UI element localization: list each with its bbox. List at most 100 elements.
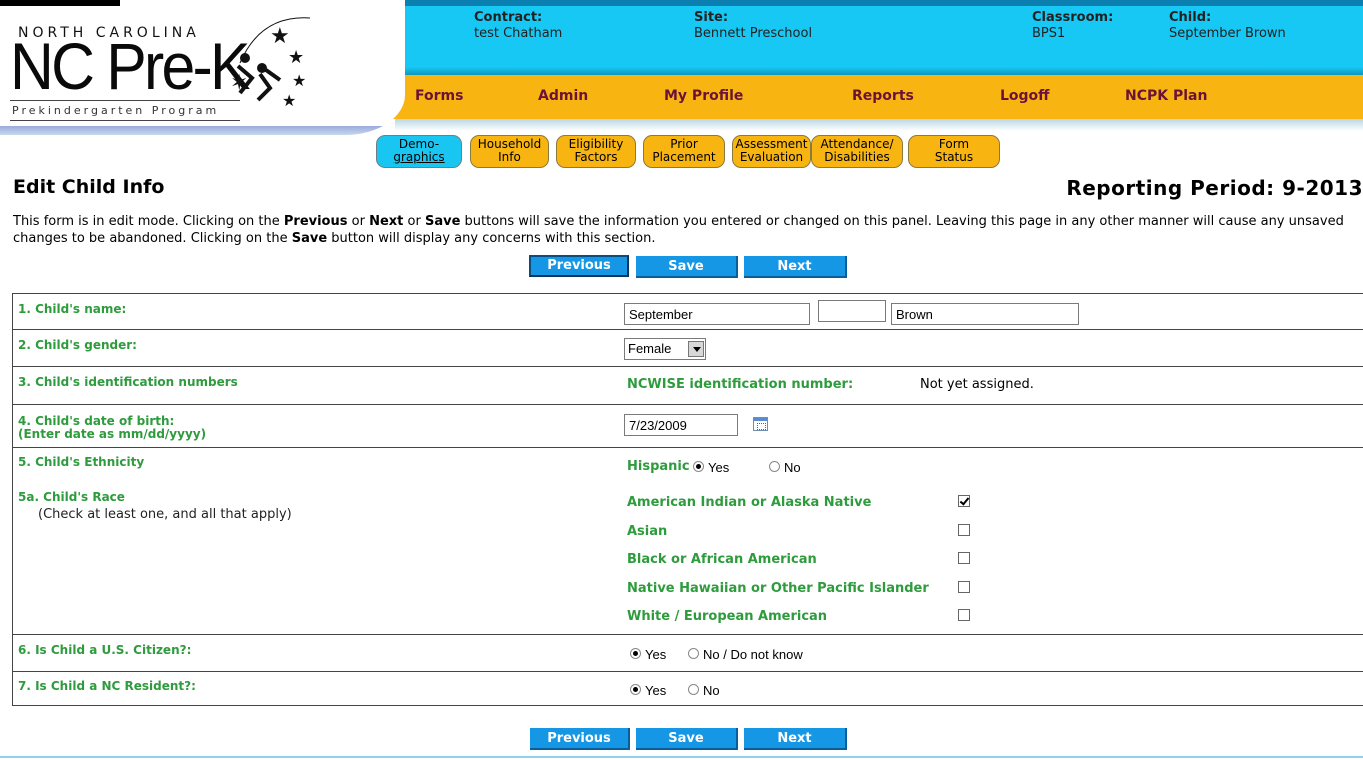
tab-eligibility-factors[interactable]: Eligibility Factors: [556, 135, 636, 168]
menu-reports[interactable]: Reports: [852, 88, 914, 104]
question-us-citizen: 6. Is Child a U.S. Citizen?:: [18, 643, 192, 657]
hispanic-yes-radio[interactable]: [693, 461, 704, 472]
question-child-gender: 2. Child's gender:: [18, 338, 137, 352]
info-bar-shadow: [330, 67, 1363, 75]
logo-rule-top: [10, 100, 240, 101]
ncprek-logo[interactable]: NORTH CAROLINA NC Pre-K ★ ★ ★ ★ ✶ Prekin…: [0, 0, 405, 135]
instructions-emphasis: Save: [424, 214, 461, 229]
tab-assessment-evaluation[interactable]: Assessment Evaluation: [732, 135, 811, 168]
contract-value: test Chatham: [474, 26, 563, 41]
tab-demographics[interactable]: Demo- graphics: [376, 135, 462, 168]
child-value: September Brown: [1169, 26, 1286, 41]
citizen-no-label: No / Do not know: [703, 647, 803, 662]
instructions-part: or: [403, 214, 425, 229]
question-ethnicity: 5. Child's Ethnicity: [18, 455, 145, 469]
tab-attendance-disabilities[interactable]: Attendance/ Disabilities: [811, 135, 903, 168]
contract-label: Contract:: [474, 10, 543, 25]
previous-button-bottom[interactable]: Previous: [530, 728, 630, 750]
last-name-field[interactable]: Brown: [891, 303, 1079, 325]
race-checkbox-pacific-islander[interactable]: [958, 581, 970, 593]
hispanic-yes-label: Yes: [708, 460, 730, 475]
chevron-down-icon[interactable]: [688, 341, 704, 357]
race-label-asian: Asian: [627, 524, 668, 539]
logo-top-edge: [0, 0, 120, 6]
menu-my-profile[interactable]: My Profile: [664, 88, 743, 104]
site-label: Site:: [694, 10, 729, 25]
tab-label: Info: [498, 150, 521, 164]
race-checkbox-white[interactable]: [958, 609, 970, 621]
calendar-icon[interactable]: [753, 417, 768, 431]
tab-prior-placement[interactable]: Prior Placement: [643, 135, 725, 168]
classroom-label: Classroom:: [1032, 10, 1114, 25]
hispanic-no-label: No: [784, 460, 801, 475]
menu-ncpk-plan[interactable]: NCPK Plan: [1125, 88, 1207, 104]
dob-field[interactable]: 7/23/2009: [624, 414, 738, 436]
next-button-bottom[interactable]: Next: [744, 728, 847, 750]
logo-swoosh: [0, 126, 405, 135]
hispanic-no-radio[interactable]: [769, 461, 780, 472]
save-button-bottom[interactable]: Save: [636, 728, 738, 750]
previous-button-top[interactable]: Previous: [529, 255, 629, 277]
ncwise-label: NCWISE identification number:: [627, 377, 854, 392]
citizen-yes-radio[interactable]: [630, 648, 641, 659]
row-divider: [13, 447, 1363, 448]
menu-forms[interactable]: Forms: [415, 88, 463, 104]
row-divider: [13, 366, 1363, 367]
question-date-of-birth: 4. Child's date of birth: (Enter date as…: [18, 415, 206, 441]
instructions-part: This form is in edit mode. Clicking on t…: [13, 214, 284, 229]
menu-admin[interactable]: Admin: [538, 88, 588, 104]
tab-label: Factors: [574, 150, 618, 164]
classroom-value: BPS1: [1032, 26, 1066, 41]
row-divider: [13, 404, 1363, 405]
logo-subtitle: Prekindergarten Program: [12, 104, 220, 117]
site-info: Site: Bennett Preschool: [694, 10, 812, 42]
main-menu-bar: Forms Admin My Profile Reports Logoff NC…: [370, 75, 1363, 119]
row-divider: [13, 329, 1363, 330]
context-info-bar: Contract: test Chatham Site: Bennett Pre…: [330, 0, 1363, 75]
race-checkbox-black[interactable]: [958, 552, 970, 564]
resident-yes-label: Yes: [645, 683, 667, 698]
race-checkbox-asian[interactable]: [958, 524, 970, 536]
race-label-american-indian: American Indian or Alaska Native: [627, 495, 872, 510]
menu-logoff[interactable]: Logoff: [1000, 88, 1050, 104]
tab-label: Disabilities: [824, 150, 890, 164]
tab-label: Placement: [652, 150, 716, 164]
instructions-emphasis: Save: [291, 231, 328, 246]
instructions-emphasis: Next: [369, 214, 404, 229]
gender-selected-value: Female: [628, 341, 672, 356]
app-header: Contract: test Chatham Site: Bennett Pre…: [0, 0, 1363, 135]
save-button-top[interactable]: Save: [636, 256, 738, 278]
first-name-field[interactable]: September: [624, 303, 810, 325]
tab-form-status[interactable]: Form Status: [908, 135, 1000, 168]
race-instruction: (Check at least one, and all that apply): [38, 507, 292, 522]
child-label: Child:: [1169, 10, 1212, 25]
child-info-form: 1. Child's name: September Brown 2. Chil…: [12, 293, 1363, 706]
question-nc-resident: 7. Is Child a NC Resident?:: [18, 679, 196, 693]
instructions-text: This form is in edit mode. Clicking on t…: [13, 213, 1358, 247]
next-button-top[interactable]: Next: [744, 256, 847, 278]
race-label-white: White / European American: [627, 609, 828, 624]
question-child-name: 1. Child's name:: [18, 302, 127, 316]
race-label-pacific-islander: Native Hawaiian or Other Pacific Islande…: [627, 581, 929, 596]
race-label-black: Black or African American: [627, 552, 817, 567]
instructions-part: button will display any concerns with th…: [327, 231, 656, 246]
gender-select[interactable]: Female: [624, 338, 706, 360]
dob-format-hint: (Enter date as mm/dd/yyyy): [18, 427, 207, 441]
tab-label: graphics: [393, 150, 445, 164]
logo-rule-bottom: [10, 120, 240, 121]
resident-no-radio[interactable]: [688, 684, 699, 695]
reporting-period: Reporting Period: 9-2013: [1066, 176, 1363, 200]
logo-stars-icon: ★ ★ ★ ★ ✶: [230, 17, 311, 110]
citizen-no-radio[interactable]: [688, 648, 699, 659]
classroom-info: Classroom: BPS1: [1032, 10, 1113, 42]
race-checkbox-american-indian[interactable]: [958, 495, 970, 507]
footer-divider: [0, 756, 1363, 758]
tab-household-info[interactable]: Household Info: [470, 135, 549, 168]
middle-name-field[interactable]: [818, 300, 886, 322]
svg-text:★: ★: [282, 91, 296, 110]
row-divider: [13, 634, 1363, 635]
svg-text:★: ★: [292, 71, 306, 90]
resident-yes-radio[interactable]: [630, 684, 641, 695]
question-child-id-numbers: 3. Child's identification numbers: [18, 375, 238, 389]
tab-label: Status: [934, 150, 974, 164]
